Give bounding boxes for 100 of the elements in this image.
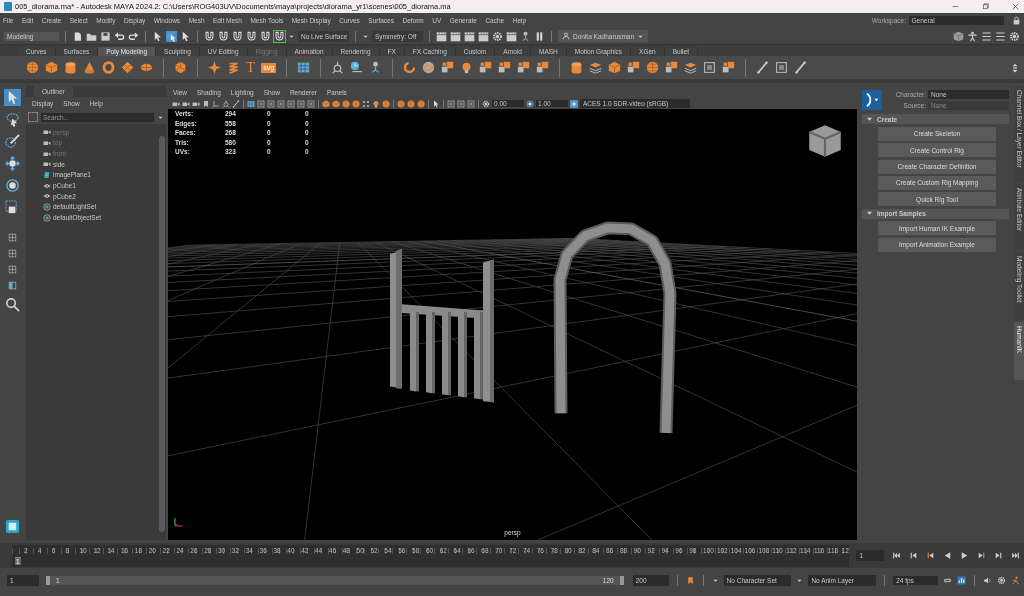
pivot-icon[interactable] — [331, 61, 345, 74]
play-backward-icon[interactable] — [943, 551, 952, 560]
gear-icon[interactable] — [997, 575, 1007, 585]
cube-icon[interactable] — [45, 61, 58, 74]
speaker-icon[interactable] — [983, 575, 993, 585]
magnet-icon[interactable] — [274, 30, 285, 42]
filter-icon[interactable] — [28, 112, 38, 122]
cylinder-icon[interactable] — [64, 61, 77, 74]
gamma-icon[interactable] — [526, 99, 534, 108]
pen-icon[interactable] — [756, 61, 770, 74]
tiles-icon[interactable] — [665, 61, 679, 74]
key-icon[interactable] — [685, 575, 695, 585]
lock-icon[interactable] — [1012, 16, 1021, 25]
cone-icon[interactable] — [83, 61, 96, 74]
undo-icon[interactable] — [114, 30, 125, 42]
step-forward-icon[interactable] — [994, 551, 1003, 560]
cursor-icon[interactable] — [152, 30, 163, 42]
magnet-icon[interactable] — [246, 30, 257, 42]
tiles-icon[interactable] — [517, 61, 531, 74]
lasso-tool-icon[interactable] — [3, 111, 21, 128]
star-icon[interactable] — [208, 61, 221, 74]
previous-key-icon[interactable] — [926, 551, 935, 560]
runner-icon[interactable] — [1011, 575, 1021, 585]
expand-icon[interactable] — [867, 116, 872, 122]
bookmark-icon[interactable] — [202, 99, 210, 108]
tiles-icon[interactable] — [722, 61, 736, 74]
clapper-icon[interactable] — [450, 30, 461, 42]
preferences-icon[interactable] — [957, 575, 967, 585]
pen-icon[interactable] — [232, 99, 240, 108]
next-key-icon[interactable] — [977, 551, 986, 560]
bulb-icon[interactable] — [372, 99, 380, 108]
frame-icon[interactable] — [775, 61, 789, 74]
pause-icon[interactable] — [534, 30, 545, 42]
layers-icon[interactable] — [589, 61, 603, 74]
cube-icon[interactable] — [608, 61, 622, 74]
view-cube-icon[interactable] — [807, 123, 843, 159]
select-box-icon[interactable] — [166, 30, 177, 42]
clapper-icon[interactable] — [478, 30, 489, 42]
list-icon[interactable] — [995, 30, 1006, 42]
joint-icon[interactable] — [520, 30, 531, 42]
diamond-icon[interactable] — [121, 61, 134, 74]
cube-icon[interactable] — [322, 99, 330, 108]
cylinder-icon[interactable] — [570, 61, 584, 74]
sphere-icon[interactable] — [417, 99, 425, 108]
arch-model[interactable] — [553, 221, 677, 434]
new-file-icon[interactable] — [72, 30, 83, 42]
clock-icon[interactable] — [350, 61, 364, 74]
close-icon[interactable] — [1011, 2, 1020, 11]
frame-icon[interactable] — [703, 61, 717, 74]
sphere-icon[interactable] — [352, 99, 360, 108]
humanik-logo-icon[interactable] — [862, 90, 882, 110]
script-icon[interactable] — [3, 518, 21, 535]
sphere-icon[interactable] — [646, 61, 660, 74]
helix-icon[interactable] — [227, 61, 240, 74]
clapper-icon[interactable] — [506, 30, 517, 42]
pivot-icon[interactable] — [222, 99, 230, 108]
dots-icon[interactable] — [362, 99, 370, 108]
tiles-icon[interactable] — [536, 61, 550, 74]
layout-icon[interactable] — [6, 248, 18, 259]
torus-icon[interactable] — [102, 61, 115, 74]
axis-icon[interactable] — [212, 99, 220, 108]
gear-icon[interactable] — [482, 99, 490, 108]
text-tool-icon[interactable]: T — [246, 61, 256, 74]
cube-icon[interactable] — [953, 30, 964, 42]
layout-icon[interactable] — [6, 280, 18, 291]
swirl-icon[interactable] — [422, 61, 436, 74]
move-tool-icon[interactable] — [3, 155, 21, 172]
maximize-icon[interactable] — [981, 2, 990, 11]
magnet-icon[interactable] — [260, 30, 271, 42]
layout-icon[interactable] — [6, 232, 18, 243]
figure-icon[interactable] — [967, 30, 978, 42]
polyhedron-icon[interactable] — [174, 61, 187, 74]
cursor-icon[interactable] — [180, 30, 191, 42]
disc-icon[interactable] — [140, 61, 153, 74]
loop-icon[interactable] — [943, 575, 953, 585]
gear-icon[interactable] — [492, 30, 503, 42]
tiles-icon[interactable] — [479, 61, 493, 74]
sphere-icon[interactable] — [26, 61, 39, 74]
search-icon[interactable] — [3, 296, 21, 313]
gear-icon[interactable] — [1009, 30, 1020, 42]
grid-icon[interactable] — [247, 99, 255, 108]
tiles-icon[interactable] — [627, 61, 641, 74]
sphere-icon[interactable] — [382, 99, 390, 108]
bulb-icon[interactable] — [460, 61, 474, 74]
list-icon[interactable] — [981, 30, 992, 42]
step-back-icon[interactable] — [909, 551, 918, 560]
magnet-icon[interactable] — [204, 30, 215, 42]
save-icon[interactable] — [100, 30, 111, 42]
skip-end-icon[interactable] — [1011, 551, 1020, 560]
sphere-icon[interactable] — [407, 99, 415, 108]
tiles-icon[interactable] — [441, 61, 455, 74]
redo-icon[interactable] — [128, 30, 139, 42]
clapper-icon[interactable] — [436, 30, 447, 42]
grid-icon[interactable] — [297, 61, 311, 74]
sphere-icon[interactable] — [342, 99, 350, 108]
expand-icon[interactable] — [867, 211, 872, 217]
rotate-tool-icon[interactable] — [3, 177, 21, 194]
skip-start-icon[interactable] — [892, 551, 901, 560]
clapper-icon[interactable] — [464, 30, 475, 42]
magnet-icon[interactable] — [232, 30, 243, 42]
